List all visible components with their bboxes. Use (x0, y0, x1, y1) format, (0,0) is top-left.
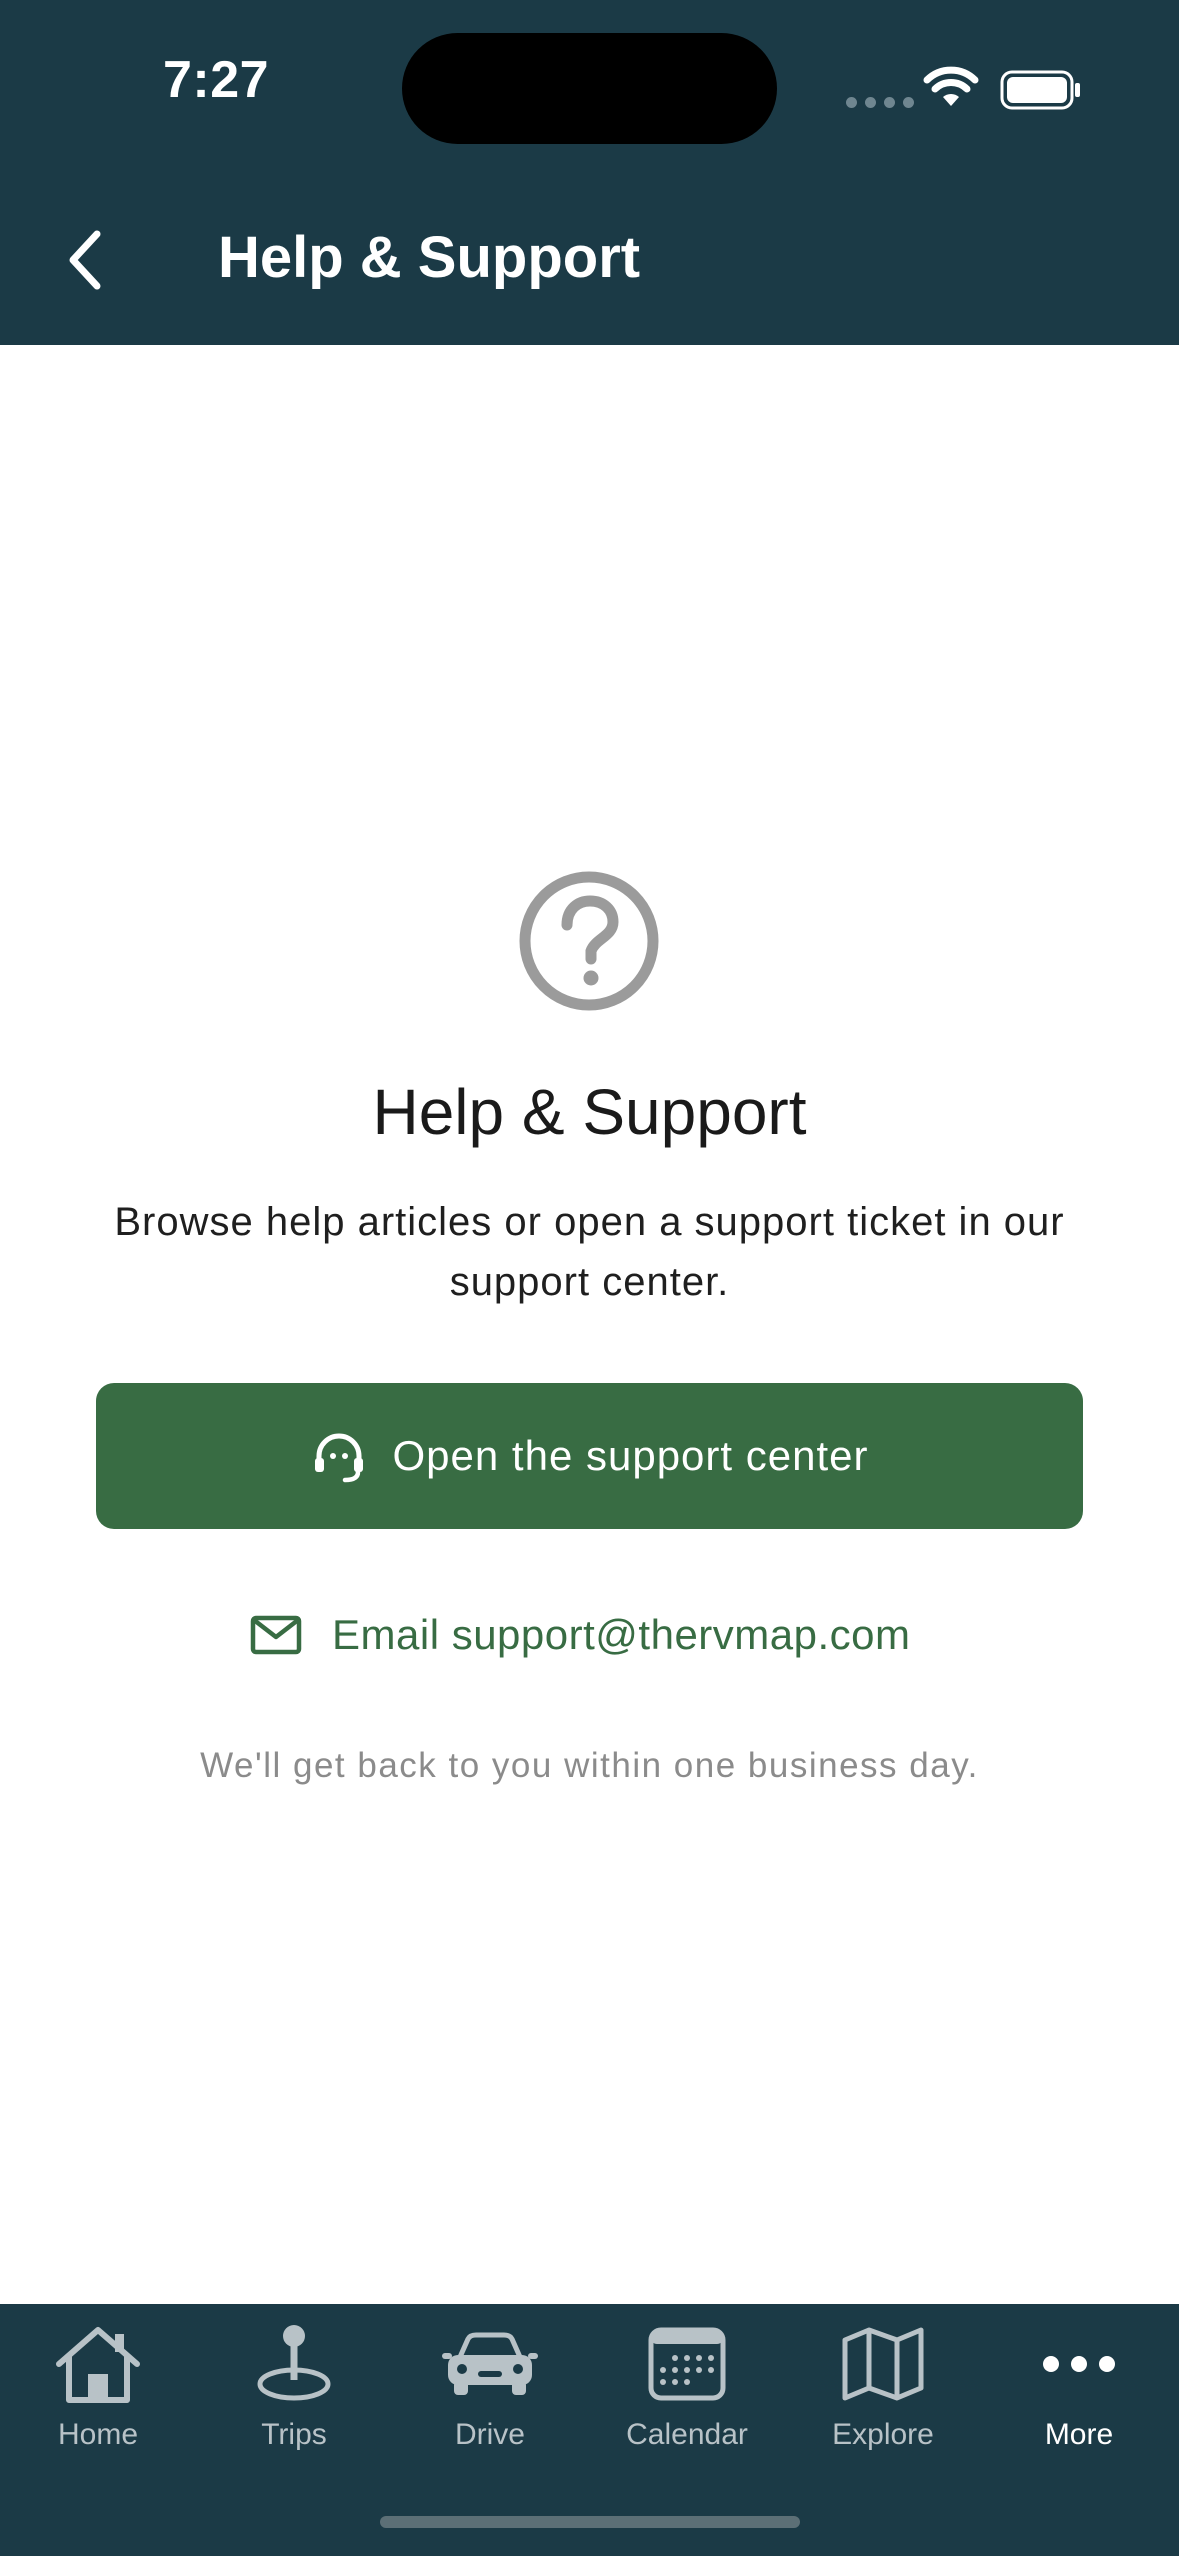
page-title: Help & Support (218, 225, 641, 290)
home-icon (56, 2327, 140, 2403)
tab-trips[interactable]: Trips (196, 2318, 392, 2468)
response-time-note: We'll get back to you within one busines… (200, 1746, 979, 1785)
headset-icon (314, 1433, 363, 1483)
dynamic-island (402, 33, 777, 144)
open-support-center-label: Open the support center (392, 1432, 869, 1479)
tab-explore[interactable]: Explore (785, 2318, 981, 2468)
back-button[interactable] (55, 220, 115, 300)
tab-more-label: More (1044, 2418, 1114, 2451)
email-support-label: Email support@thervmap.com (332, 1611, 911, 1658)
battery-icon (1000, 70, 1080, 110)
section-title: Help & Support (372, 1076, 807, 1148)
tab-drive[interactable]: Drive (392, 2318, 588, 2468)
map-pin-icon (257, 2325, 331, 2401)
chevron-left-icon (69, 230, 101, 290)
wifi-icon (923, 66, 979, 106)
question-circle-icon (519, 871, 659, 1011)
open-support-center-button[interactable]: Open the support center (96, 1383, 1083, 1529)
tab-home-label: Home (57, 2418, 139, 2451)
map-icon (842, 2327, 924, 2401)
app-header: 7:27 Help & Support (0, 0, 1179, 345)
home-indicator (380, 2516, 800, 2528)
section-description: Browse help articles or open a support t… (114, 1200, 1065, 1304)
car-icon (442, 2332, 538, 2395)
tab-calendar-label: Calendar (626, 2418, 748, 2451)
help-support-screen: 7:27 Help & Support Help & Support Brows… (0, 0, 1179, 2556)
email-support-link[interactable]: Email support@thervmap.com (250, 1605, 911, 1665)
status-time: 7:27 (163, 51, 270, 109)
tab-explore-label: Explore (832, 2418, 934, 2451)
tab-calendar[interactable]: Calendar (589, 2318, 785, 2468)
tab-drive-label: Drive (454, 2418, 525, 2451)
cellular-signal-icon (846, 97, 914, 108)
calendar-icon (648, 2327, 726, 2401)
tab-more[interactable]: More (981, 2318, 1177, 2468)
more-icon (1043, 2356, 1115, 2372)
tab-trips-label: Trips (261, 2418, 327, 2451)
mail-icon (250, 1615, 302, 1655)
tab-home[interactable]: Home (0, 2318, 196, 2468)
